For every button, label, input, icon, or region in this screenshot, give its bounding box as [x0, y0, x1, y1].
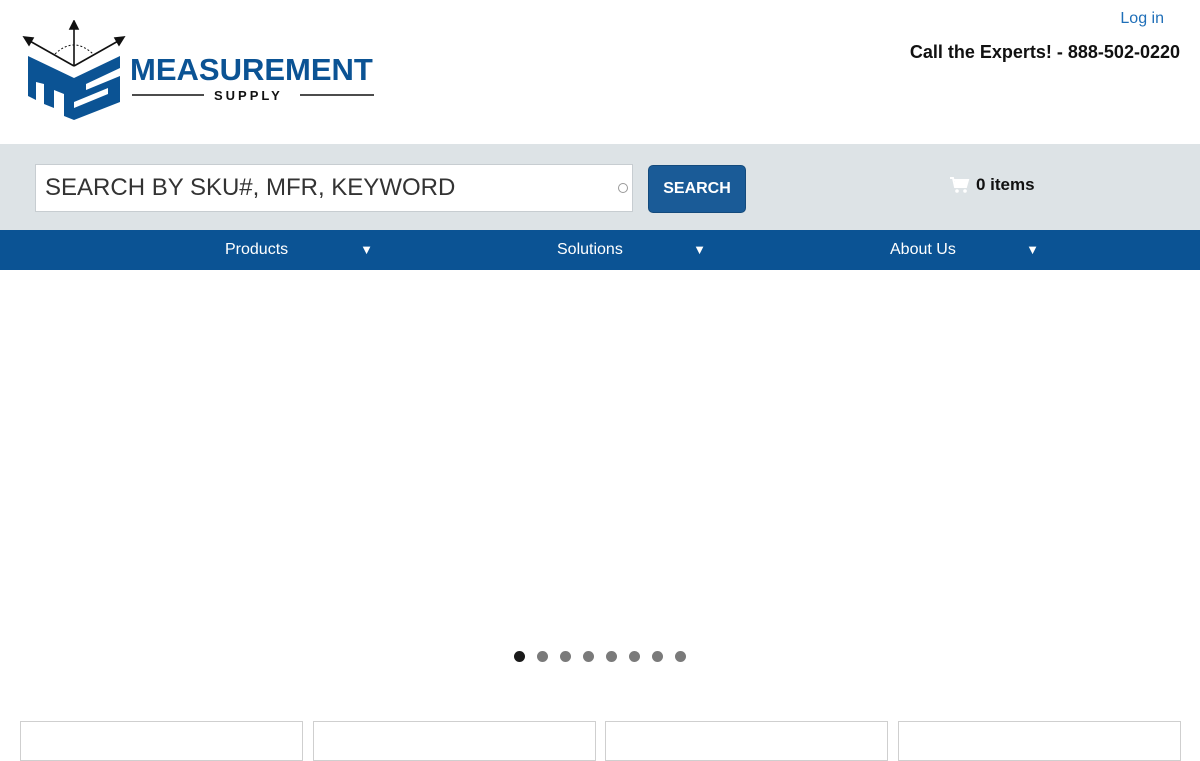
carousel-dot[interactable] [537, 651, 548, 662]
clear-search-icon[interactable] [618, 183, 628, 193]
cart-icon [950, 177, 970, 193]
carousel-dot[interactable] [514, 651, 525, 662]
cart-count-label: 0 items [976, 175, 1035, 194]
carousel-dot[interactable] [606, 651, 617, 662]
carousel-dot[interactable] [560, 651, 571, 662]
nav-item-label: Products [225, 241, 289, 258]
login-link[interactable]: Log in [1120, 10, 1164, 28]
nav-item-label: Solutions [557, 241, 623, 258]
search-input[interactable] [36, 165, 606, 211]
carousel-dot[interactable] [652, 651, 663, 662]
nav-item-products[interactable]: Products ▼ [225, 230, 373, 270]
main-navigation: Products ▼ Solutions ▼ About Us ▼ [0, 230, 1200, 270]
feature-card[interactable] [20, 721, 303, 761]
nav-item-solutions[interactable]: Solutions ▼ [557, 230, 706, 270]
search-bar-band: SEARCH 0 items [0, 144, 1200, 230]
cart-link[interactable]: 0 items [950, 174, 1035, 196]
site-header: MEASUREMENT SUPPLY Log in Call the Exper… [0, 0, 1200, 144]
chevron-down-icon: ▼ [693, 242, 706, 257]
chevron-down-icon: ▼ [1026, 242, 1039, 257]
nav-item-about-us[interactable]: About Us ▼ [890, 230, 1039, 270]
phone-callout: Call the Experts! - 888-502-0220 [909, 42, 1180, 62]
nav-item-label: About Us [890, 241, 956, 258]
carousel-dot[interactable] [629, 651, 640, 662]
feature-card[interactable] [313, 721, 596, 761]
search-button[interactable]: SEARCH [648, 165, 746, 213]
chevron-down-icon: ▼ [360, 242, 373, 257]
carousel-dots [0, 651, 1200, 663]
carousel-dot[interactable] [583, 651, 594, 662]
hero-carousel[interactable] [0, 270, 1200, 690]
brand-main-text: MEASUREMENT [130, 52, 373, 87]
carousel-dot[interactable] [675, 651, 686, 662]
feature-card[interactable] [898, 721, 1181, 761]
measurement-supply-logo[interactable]: MEASUREMENT SUPPLY [22, 20, 382, 124]
brand-sub-text: SUPPLY [214, 88, 283, 103]
search-box [35, 164, 633, 212]
feature-card[interactable] [605, 721, 888, 761]
logo-graphic: MEASUREMENT SUPPLY [22, 20, 374, 120]
